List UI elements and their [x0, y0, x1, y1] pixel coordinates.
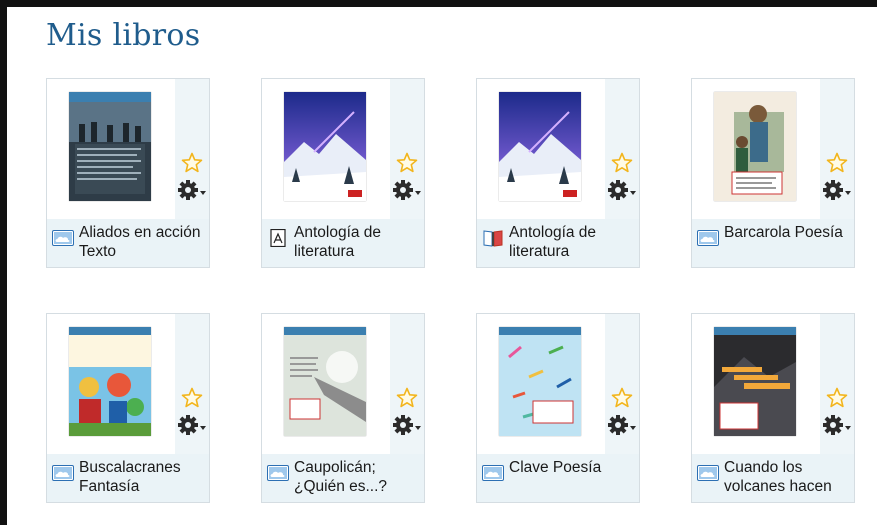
star-icon[interactable]	[611, 152, 633, 174]
book-caption: Aliados en acción Texto	[47, 219, 209, 267]
book-title[interactable]: Antología de literatura	[509, 223, 637, 261]
book-cover-area[interactable]	[47, 79, 175, 219]
ebook-cloud-icon	[52, 229, 74, 247]
gear-menu-icon[interactable]	[608, 414, 638, 436]
ebook-cloud-icon	[482, 464, 504, 482]
gear-menu-icon[interactable]	[178, 414, 208, 436]
book-cover-area[interactable]	[692, 79, 820, 219]
book-title[interactable]: Buscalacranes Fantasía	[79, 458, 207, 496]
book-cover-area[interactable]	[262, 79, 390, 219]
star-icon[interactable]	[826, 387, 848, 409]
book-card[interactable]: Clave Poesía	[476, 313, 640, 503]
star-icon[interactable]	[396, 387, 418, 409]
book-cover-image[interactable]	[69, 92, 151, 201]
book-cover-area[interactable]	[262, 314, 390, 454]
book-title[interactable]: Cuando los volcanes hacen	[724, 458, 852, 496]
star-icon[interactable]	[181, 152, 203, 174]
book-actions	[175, 314, 209, 454]
pdf-icon	[267, 228, 289, 248]
book-cover-image[interactable]	[284, 327, 366, 436]
book-actions	[820, 314, 854, 454]
gear-menu-icon[interactable]	[393, 179, 423, 201]
book-title[interactable]: Caupolicán; ¿Quién es...?	[294, 458, 422, 496]
book-cover-image[interactable]	[499, 327, 581, 436]
book-icon	[482, 229, 504, 247]
ebook-cloud-icon	[697, 229, 719, 247]
ebook-cloud-icon	[52, 464, 74, 482]
gear-menu-icon[interactable]	[823, 179, 853, 201]
page-title: Mis libros	[46, 18, 201, 53]
book-card[interactable]: Antología de literatura	[261, 78, 425, 268]
book-cover-area[interactable]	[477, 79, 605, 219]
book-card[interactable]: Barcarola Poesía	[691, 78, 855, 268]
book-actions	[605, 314, 639, 454]
book-cover-area[interactable]	[477, 314, 605, 454]
book-actions	[390, 79, 424, 219]
book-cover-image[interactable]	[69, 327, 151, 436]
book-title[interactable]: Clave Poesía	[509, 458, 637, 477]
book-actions	[820, 79, 854, 219]
book-title[interactable]: Barcarola Poesía	[724, 223, 852, 242]
gear-menu-icon[interactable]	[178, 179, 208, 201]
book-cover-area[interactable]	[692, 314, 820, 454]
book-card[interactable]: Buscalacranes Fantasía	[46, 313, 210, 503]
book-caption: Clave Poesía	[477, 454, 639, 502]
gear-menu-icon[interactable]	[393, 414, 423, 436]
book-card[interactable]: Antología de literatura	[476, 78, 640, 268]
book-title[interactable]: Antología de literatura	[294, 223, 422, 261]
book-actions	[390, 314, 424, 454]
star-icon[interactable]	[611, 387, 633, 409]
ebook-cloud-icon	[697, 464, 719, 482]
book-caption: Barcarola Poesía	[692, 219, 854, 267]
book-actions	[175, 79, 209, 219]
book-caption: Buscalacranes Fantasía	[47, 454, 209, 502]
star-icon[interactable]	[396, 152, 418, 174]
book-caption: Caupolicán; ¿Quién es...?	[262, 454, 424, 502]
book-card[interactable]: Cuando los volcanes hacen	[691, 313, 855, 503]
ebook-cloud-icon	[267, 464, 289, 482]
gear-menu-icon[interactable]	[608, 179, 638, 201]
book-cover-image[interactable]	[284, 92, 366, 201]
gear-menu-icon[interactable]	[823, 414, 853, 436]
book-card[interactable]: Aliados en acción Texto	[46, 78, 210, 268]
book-cover-image[interactable]	[714, 327, 796, 436]
book-card[interactable]: Caupolicán; ¿Quién es...?	[261, 313, 425, 503]
book-caption: Antología de literatura	[477, 219, 639, 267]
book-actions	[605, 79, 639, 219]
book-cover-image[interactable]	[714, 92, 796, 201]
star-icon[interactable]	[826, 152, 848, 174]
book-caption: Cuando los volcanes hacen	[692, 454, 854, 502]
book-cover-image[interactable]	[499, 92, 581, 201]
star-icon[interactable]	[181, 387, 203, 409]
book-caption: Antología de literatura	[262, 219, 424, 267]
book-title[interactable]: Aliados en acción Texto	[79, 223, 207, 261]
book-cover-area[interactable]	[47, 314, 175, 454]
